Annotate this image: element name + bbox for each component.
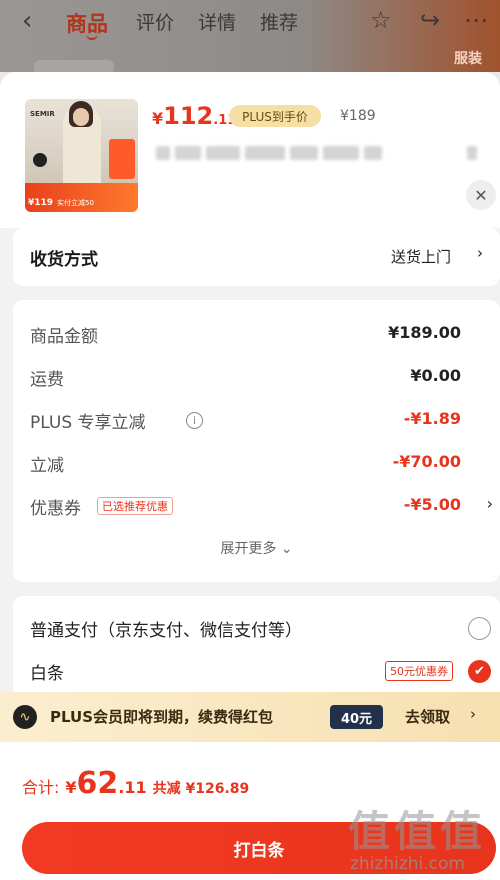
watermark-site: zhizhizhi.com [350, 854, 465, 874]
price-yen: ¥ [152, 109, 164, 128]
thumb-price: ¥119 [28, 198, 54, 208]
price-int: 112 [163, 102, 214, 130]
fee-row-goods: 商品金额 ¥189.00 [30, 322, 500, 347]
plus-price-tag: PLUS到手价 [229, 105, 321, 127]
info-icon[interactable]: i [186, 412, 203, 429]
tab-details[interactable]: 详情 [198, 8, 236, 35]
chevron-right-icon: › [486, 494, 493, 513]
fee-row-coupon[interactable]: 优惠券 已选推荐优惠 -¥5.00 › [30, 494, 500, 519]
fee-name: 运费 [30, 370, 64, 390]
close-button[interactable]: ✕ [466, 180, 496, 210]
tab-reviews[interactable]: 评价 [136, 8, 174, 35]
fee-row-plus-discount: PLUS 专享立减 i -¥1.89 [30, 408, 500, 433]
promo-badge: 服装 [454, 51, 482, 67]
total-yen: ¥ [65, 778, 77, 797]
radio-checked-icon[interactable]: ✔ [468, 660, 491, 683]
claim-link[interactable]: 去领取 [405, 706, 450, 727]
baitiao-coupon-tag: 50元优惠券 [385, 661, 453, 681]
chevron-right-icon: › [470, 705, 476, 723]
chevron-down-icon: ⌄ [280, 541, 293, 557]
payment-name: 白条 [30, 664, 64, 684]
fee-name: 优惠券 [30, 499, 81, 519]
checkout-sheet: SEMIR ¥119 实付立减50 ¥112.11 PLUS到手价 ¥189 ✕… [0, 72, 500, 880]
price: ¥112.11 [152, 102, 236, 132]
total-label: 合计: [22, 778, 60, 797]
model-face [73, 108, 89, 126]
product-thumbnail: SEMIR ¥119 实付立减50 [25, 99, 138, 212]
fee-amount: -¥5.00 [403, 495, 461, 514]
payment-option-baitiao[interactable]: 白条 50元优惠券 ✔ [30, 659, 491, 685]
tab-recommend[interactable]: 推荐 [260, 8, 298, 35]
fee-name: 立减 [30, 456, 64, 476]
coupon-tag: 已选推荐优惠 [97, 497, 173, 515]
tab-underline [86, 34, 98, 40]
share-icon[interactable]: ↪ [420, 6, 440, 34]
thumb-logo [33, 153, 47, 167]
back-icon[interactable]: ‹ [22, 6, 32, 36]
radio-unchecked-icon[interactable] [468, 617, 491, 640]
shipping-method[interactable]: 收货方式 送货上门 › [13, 228, 500, 286]
close-icon: ✕ [466, 180, 496, 210]
fee-name: PLUS 专享立减 [30, 413, 146, 433]
thumb-brand: SEMIR [30, 110, 55, 118]
fee-amount: ¥189.00 [388, 323, 461, 342]
plus-renew-banner[interactable]: ∿ PLUS会员即将到期，续费得红包 40元 去领取 › [0, 692, 500, 742]
fee-row-shipping: 运费 ¥0.00 [30, 365, 500, 390]
total-int: 62 [76, 766, 119, 801]
star-icon[interactable]: ☆ [370, 6, 392, 34]
original-price: ¥189 [340, 108, 376, 124]
thumb-strip-text: 实付立减50 [57, 199, 94, 207]
shipping-value: 送货上门 [391, 248, 452, 266]
fee-amount: ¥0.00 [410, 366, 461, 385]
more-icon[interactable]: ⋯ [464, 6, 488, 34]
thumb-promo-box [109, 139, 135, 179]
expand-more[interactable]: 展开更多 ⌄ [13, 538, 500, 558]
shipping-label: 收货方式 [30, 250, 98, 270]
payment-option-normal[interactable]: 普通支付（京东支付、微信支付等） [30, 616, 491, 642]
expand-label: 展开更多 [220, 541, 277, 557]
total-dec: .11 [118, 778, 147, 797]
payment-name: 普通支付（京东支付、微信支付等） [30, 621, 302, 641]
total-summary: 合计: ¥ 62 .11 共减 ¥126.89 [22, 766, 249, 806]
fee-row-instant-discount: 立减 -¥70.00 [30, 451, 500, 476]
fee-breakdown: 商品金额 ¥189.00 运费 ¥0.00 PLUS 专享立减 i -¥1.89… [13, 300, 500, 582]
fee-name: 商品金额 [30, 327, 98, 347]
watermark-logo: 值值值 [348, 807, 487, 856]
plus-banner-message: PLUS会员即将到期，续费得红包 [50, 708, 274, 726]
fee-amount: -¥1.89 [403, 409, 461, 428]
top-nav: ‹ 商品 评价 详情 推荐 ☆ ↪ ⋯ 服装 [0, 0, 500, 74]
product-header: SEMIR ¥119 实付立减50 ¥112.11 PLUS到手价 ¥189 ✕ [0, 72, 500, 228]
blurred-product-title [156, 146, 477, 160]
chevron-right-icon: › [477, 244, 483, 262]
total-saved: 共减 ¥126.89 [152, 781, 250, 797]
red-packet-amount: 40元 [330, 705, 383, 729]
plus-logo-icon: ∿ [13, 705, 37, 729]
fee-amount: -¥70.00 [392, 452, 461, 471]
